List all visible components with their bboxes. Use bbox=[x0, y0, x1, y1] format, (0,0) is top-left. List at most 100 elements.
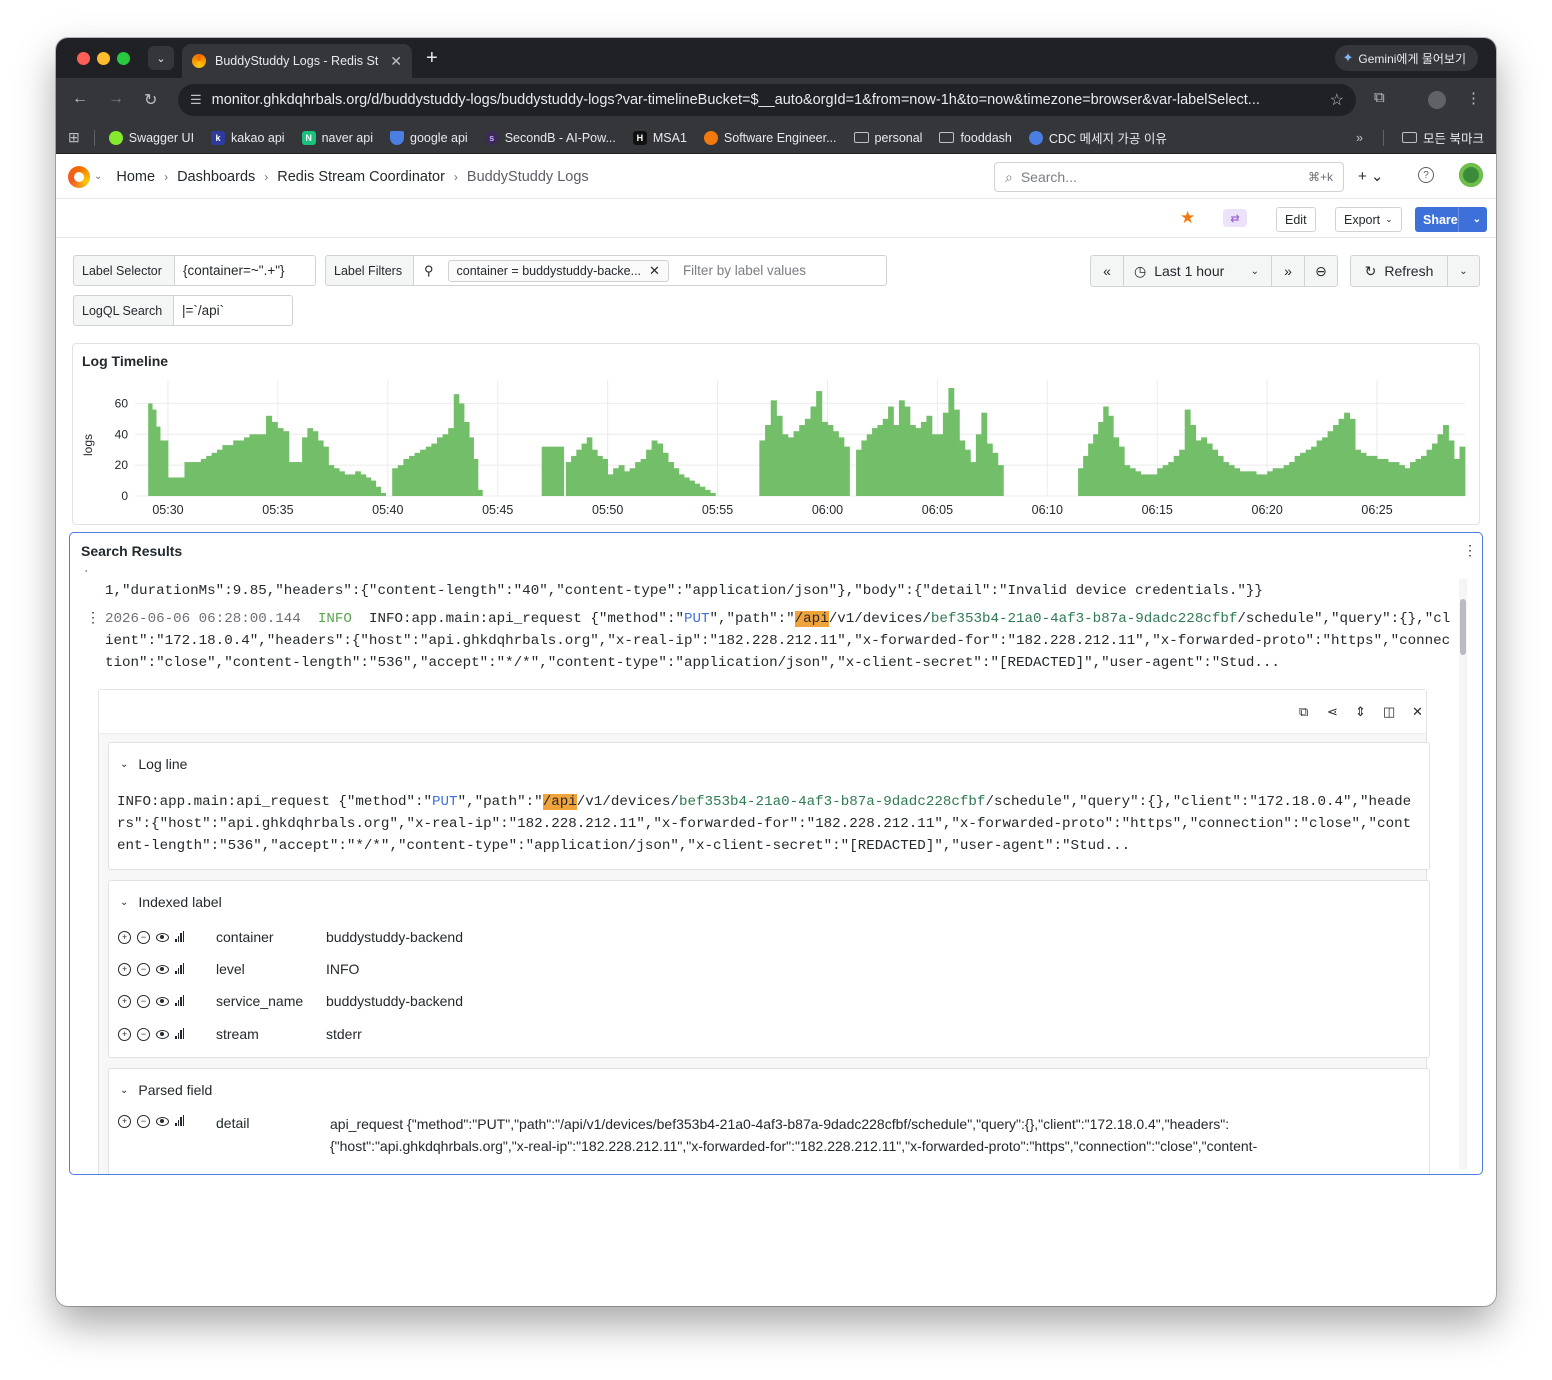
site-settings-icon[interactable]: ☰ bbox=[190, 92, 202, 108]
maximize-window-button[interactable] bbox=[117, 52, 130, 65]
reload-icon[interactable]: ↻ bbox=[144, 90, 157, 110]
time-range-picker[interactable]: ◷ Last 1 hour ⌄ bbox=[1123, 255, 1272, 287]
log-row-expanded[interactable]: ⋮ 2026-06-06 06:28:00.144 INFO INFO:app.m… bbox=[82, 608, 1454, 674]
timeline-bar bbox=[710, 492, 716, 496]
filter-for-value-icon[interactable]: + bbox=[118, 1115, 131, 1128]
filter-out-value-icon[interactable]: − bbox=[137, 994, 150, 1008]
copy-icon[interactable]: ⧉ bbox=[1299, 704, 1308, 720]
breadcrumb-home[interactable]: Home bbox=[116, 169, 155, 185]
show-field-icon[interactable] bbox=[156, 1117, 169, 1126]
filter-for-value-icon[interactable]: + bbox=[118, 930, 131, 944]
label-filters-input[interactable]: ⚲ container = buddystuddy-backe... ✕ Filt… bbox=[413, 255, 887, 286]
refresh-button[interactable]: ↻ Refresh bbox=[1350, 255, 1448, 287]
profile-avatar[interactable] bbox=[1428, 91, 1446, 109]
stats-bars-icon[interactable] bbox=[175, 994, 184, 1006]
stats-bars-icon[interactable] bbox=[175, 930, 184, 942]
gemini-button[interactable]: ✦ Gemini에게 물어보기 bbox=[1334, 45, 1478, 71]
stats-bars-icon[interactable] bbox=[175, 1115, 184, 1126]
close-icon[interactable]: ✕ bbox=[1412, 704, 1423, 720]
edit-button[interactable]: Edit bbox=[1276, 207, 1316, 232]
sidebar-toggle-icon[interactable]: ◫ bbox=[1383, 704, 1395, 720]
new-tab-plus-icon[interactable]: + bbox=[426, 47, 438, 70]
all-bookmarks-folder[interactable]: 모든 북마크 bbox=[1402, 128, 1484, 147]
bookmark-item[interactable]: Software Engineer... bbox=[703, 130, 837, 145]
scrollbar[interactable] bbox=[1459, 579, 1467, 1169]
bookmark-item[interactable]: Nnaver api bbox=[301, 130, 373, 145]
filter-out-value-icon[interactable]: − bbox=[137, 1115, 150, 1128]
public-dashboard-icon[interactable]: ⇄ bbox=[1223, 209, 1247, 227]
help-icon[interactable]: ? bbox=[1418, 167, 1434, 183]
avatar[interactable] bbox=[1459, 163, 1483, 187]
bookmark-item[interactable]: s SecondB - AI-Pow... bbox=[484, 130, 616, 145]
favorite-star-icon[interactable]: ★ bbox=[1180, 208, 1195, 228]
grafana-logo-icon[interactable] bbox=[68, 165, 90, 188]
apps-grid-icon[interactable]: ⊞ bbox=[68, 129, 80, 146]
bookmark-item[interactable]: k kakao api bbox=[211, 130, 285, 145]
bookmark-item[interactable]: H MSA1 bbox=[632, 130, 687, 145]
stats-bars-icon[interactable] bbox=[175, 1027, 184, 1039]
timeline-bar bbox=[333, 468, 340, 496]
time-shift-back-icon[interactable]: « bbox=[1090, 255, 1124, 287]
show-field-icon[interactable] bbox=[156, 996, 169, 1006]
back-arrow-icon[interactable]: ← bbox=[72, 90, 88, 108]
bookmark-label: Swagger UI bbox=[128, 130, 195, 145]
refresh-interval-chevron-icon[interactable]: ⌄ bbox=[1447, 255, 1480, 287]
export-button[interactable]: Export ⌄ bbox=[1335, 207, 1402, 232]
tab-search-chevron-icon[interactable]: ⌄ bbox=[148, 46, 174, 70]
time-shift-forward-icon[interactable]: » bbox=[1271, 255, 1305, 287]
filter-for-value-icon[interactable]: + bbox=[118, 994, 131, 1008]
remove-filter-close-icon[interactable]: ✕ bbox=[649, 263, 660, 279]
more-bookmarks-chevron-icon[interactable]: » bbox=[1356, 131, 1363, 145]
log-line-section-toggle[interactable]: ⌄ Log line bbox=[120, 756, 187, 772]
bookmark-item[interactable]: google api bbox=[390, 130, 468, 145]
filter-for-value-icon[interactable]: + bbox=[118, 962, 131, 976]
add-new-plus-icon[interactable]: + ⌄ bbox=[1358, 167, 1384, 185]
panel-menu-icon[interactable]: ⋮ bbox=[1463, 542, 1477, 559]
extensions-puzzle-icon[interactable]: ⧉ bbox=[1374, 89, 1385, 106]
more-menu-icon[interactable]: ⋮ bbox=[1466, 89, 1481, 107]
label-selector-input[interactable]: {container=~".+"} bbox=[174, 255, 316, 286]
stats-bars-icon[interactable] bbox=[175, 962, 184, 974]
chevron-down-icon[interactable]: ⌄ bbox=[94, 171, 102, 182]
close-window-button[interactable] bbox=[77, 52, 90, 65]
bookmark-star-icon[interactable]: ☆ bbox=[1330, 90, 1344, 110]
log-row-menu-icon[interactable]: ⋮ bbox=[86, 608, 100, 630]
filter-out-value-icon[interactable]: − bbox=[137, 930, 150, 944]
zoom-out-icon[interactable]: ⊖ bbox=[1304, 255, 1338, 287]
breadcrumb-dashboards[interactable]: Dashboards bbox=[177, 169, 255, 185]
filter-chip[interactable]: container = buddystuddy-backe... ✕ bbox=[447, 259, 669, 282]
bookmark-folder[interactable]: personal bbox=[853, 131, 922, 145]
logql-search-input[interactable]: |=`/api` bbox=[173, 295, 293, 326]
timeline-bar bbox=[882, 418, 889, 496]
parsed-field-section-toggle[interactable]: ⌄ Parsed field bbox=[120, 1082, 212, 1098]
expand-collapse-icon[interactable]: ⇕ bbox=[1355, 704, 1366, 720]
clock-icon: ◷ bbox=[1134, 262, 1147, 279]
filter-out-value-icon[interactable]: − bbox=[137, 1027, 150, 1041]
bookmark-item[interactable]: Swagger UI bbox=[108, 130, 195, 145]
timeline-bar bbox=[339, 471, 345, 496]
share-dropdown-chevron-icon[interactable]: ⌄ bbox=[1457, 207, 1487, 232]
indexed-label-row: + − container buddystuddy-backend bbox=[118, 927, 463, 947]
share-button[interactable]: Share ⌄ bbox=[1415, 207, 1487, 232]
scrollbar-thumb[interactable] bbox=[1460, 599, 1466, 655]
bookmark-folder[interactable]: fooddash bbox=[939, 131, 1012, 145]
indexed-label-section-toggle[interactable]: ⌄ Indexed label bbox=[120, 894, 222, 910]
show-field-icon[interactable] bbox=[156, 932, 169, 942]
minimize-window-button[interactable] bbox=[97, 52, 110, 65]
timeline-bar bbox=[397, 465, 404, 496]
timeline-bar bbox=[1377, 458, 1383, 496]
forward-arrow-icon[interactable]: → bbox=[108, 90, 124, 108]
search-input[interactable]: ⌕ Search... ⌘+k bbox=[994, 162, 1344, 192]
filter-for-value-icon[interactable]: + bbox=[118, 1027, 131, 1041]
show-field-icon[interactable] bbox=[156, 964, 169, 974]
timeline-bar bbox=[662, 452, 669, 496]
breadcrumb-folder[interactable]: Redis Stream Coordinator bbox=[277, 169, 445, 185]
show-field-icon[interactable] bbox=[156, 1029, 169, 1039]
tab-close-icon[interactable]: ✕ bbox=[390, 53, 402, 70]
browser-tab[interactable]: BuddyStuddy Logs - Redis St ✕ bbox=[182, 44, 412, 78]
filter-out-value-icon[interactable]: − bbox=[137, 962, 150, 976]
timeline-bar bbox=[317, 440, 324, 496]
address-bar[interactable]: ☰ monitor.ghkdqhrbals.org/d/buddystuddy-… bbox=[178, 84, 1356, 116]
bookmark-item[interactable]: CDC 메세지 가공 이유 bbox=[1028, 128, 1167, 147]
share-link-icon[interactable]: ⋖ bbox=[1327, 704, 1338, 720]
